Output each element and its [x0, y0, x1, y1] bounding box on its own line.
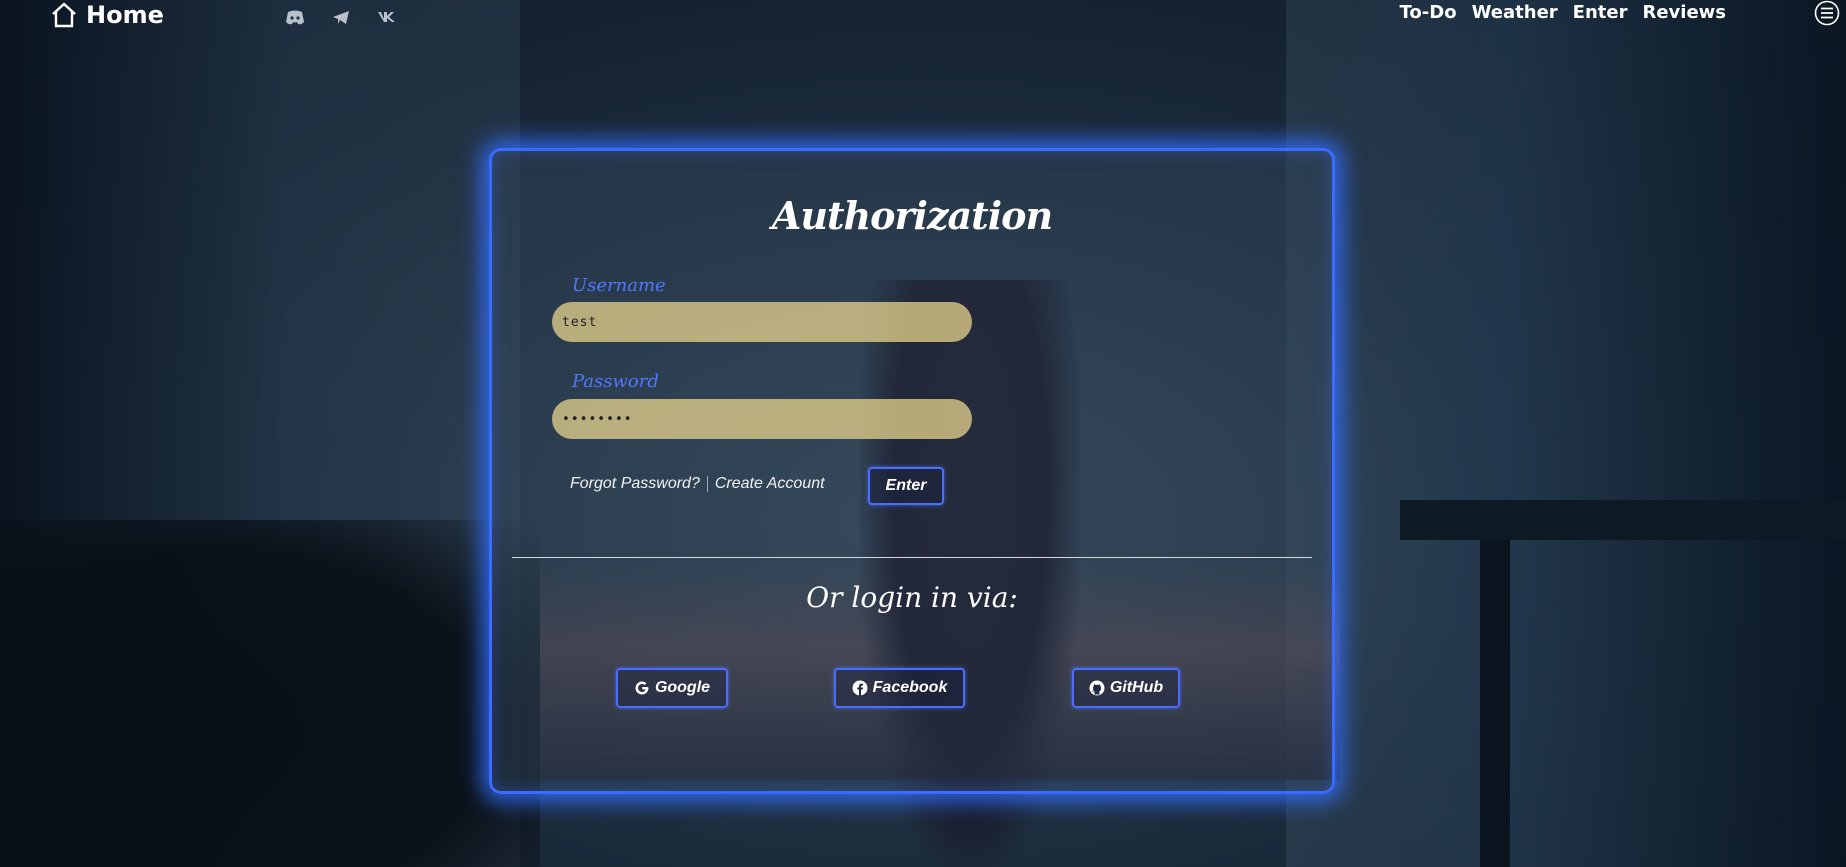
google-login-button[interactable]: Google: [616, 668, 728, 708]
forgot-password-link[interactable]: Forgot Password?: [570, 475, 700, 493]
username-field[interactable]: test: [552, 302, 972, 342]
facebook-label: Facebook: [872, 679, 948, 696]
password-label: Password: [572, 371, 659, 392]
page-title: Authorization: [771, 193, 1053, 238]
github-label: GitHub: [1109, 679, 1164, 696]
vk-icon[interactable]: [376, 8, 398, 26]
social-links: [284, 8, 398, 26]
home-link[interactable]: Home: [50, 0, 164, 30]
link-separator: [706, 476, 708, 492]
discord-icon[interactable]: [284, 8, 306, 26]
enter-button-label: Enter: [885, 477, 927, 494]
facebook-login-button[interactable]: Facebook: [834, 668, 965, 708]
top-navigation: Home To-Do Weather Enter Reviews: [0, 0, 1846, 34]
nav-link-weather[interactable]: Weather: [1472, 2, 1558, 23]
home-icon: [50, 2, 78, 28]
github-icon: [1089, 680, 1105, 696]
create-account-link[interactable]: Create Account: [715, 475, 825, 493]
authorization-panel: Authorization Username test Password •••…: [489, 148, 1335, 794]
background-curtain-left: [0, 0, 520, 867]
account-links: Forgot Password? Create Account: [570, 475, 825, 493]
divider: [512, 557, 1312, 558]
background-table: [1400, 500, 1846, 540]
password-field[interactable]: ••••••••: [552, 399, 972, 439]
nav-link-todo[interactable]: To-Do: [1400, 2, 1457, 23]
home-label: Home: [86, 1, 164, 29]
nav-link-enter[interactable]: Enter: [1573, 2, 1628, 23]
alt-login-title: Or login in via:: [806, 581, 1018, 614]
background-curtain-right: [1286, 0, 1846, 867]
background-chair: [0, 520, 540, 867]
hamburger-menu-icon: [1814, 0, 1840, 26]
facebook-icon: [852, 680, 868, 696]
nav-links: To-Do Weather Enter Reviews: [1400, 0, 1726, 24]
google-icon: [634, 680, 650, 696]
menu-button[interactable]: [1814, 0, 1840, 26]
github-login-button[interactable]: GitHub: [1072, 668, 1180, 708]
google-label: Google: [654, 679, 711, 696]
enter-button[interactable]: Enter: [868, 467, 944, 505]
username-label: Username: [572, 275, 666, 296]
telegram-icon[interactable]: [330, 8, 352, 26]
background-table-leg: [1480, 540, 1510, 867]
nav-link-reviews[interactable]: Reviews: [1642, 2, 1726, 23]
